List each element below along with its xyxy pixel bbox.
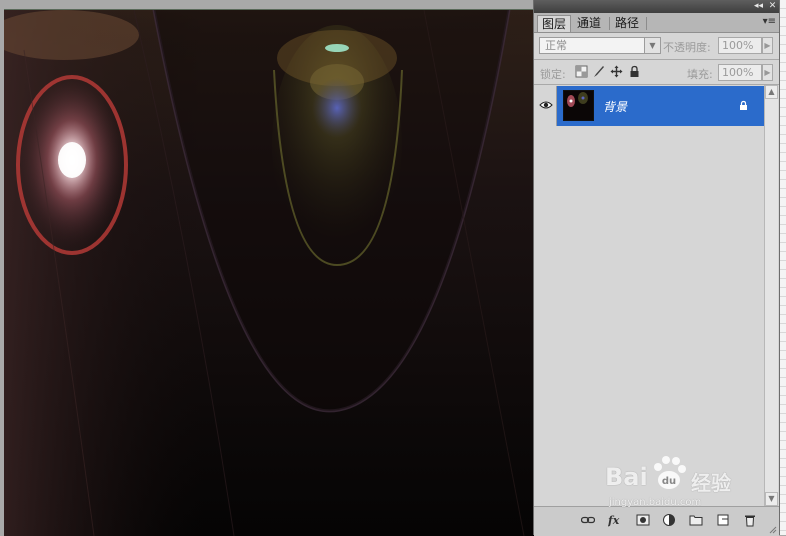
panel-menu-icon[interactable]: ▾≡ [763,16,776,27]
tab-divider [646,17,647,30]
blend-opacity-row: 正常 ▼ 不透明度: 100% ▶ [534,33,779,59]
blend-mode-select[interactable]: 正常 [539,37,656,54]
panel-tabs: 图层 通道 路径 ▾≡ [534,13,779,33]
layer-list-scrollbar[interactable]: ▲ ▼ [764,85,778,506]
visibility-toggle[interactable] [535,86,557,126]
lock-image-pixels-icon[interactable] [592,65,605,78]
eye-icon [539,101,553,109]
lock-fill-row: 锁定: 填充: 100% ▶ [534,60,779,84]
trash-icon[interactable] [743,513,757,527]
resize-grip-icon[interactable] [769,526,777,534]
lock-label: 锁定: [540,68,566,81]
canvas-image [4,10,536,536]
lock-all-icon[interactable] [628,65,641,78]
new-group-icon[interactable] [689,513,703,527]
lock-transparent-pixels-icon[interactable] [575,65,588,78]
close-icon[interactable]: ✕ [767,1,778,12]
tab-divider [609,17,610,30]
add-mask-icon[interactable] [636,513,650,527]
document-canvas[interactable] [4,9,536,536]
chevron-right-icon[interactable]: ▶ [762,37,773,54]
tab-paths[interactable]: 路径 [611,15,643,32]
lock-icon [740,100,747,110]
fill-label: 填充: [687,68,713,81]
tab-layers[interactable]: 图层 [537,15,572,32]
fill-field[interactable]: 100% [718,64,762,81]
adjustment-layer-icon[interactable] [662,513,676,527]
opacity-field[interactable]: 100% [718,37,762,54]
panel-bottom-toolbar: fx [534,506,779,536]
layer-name[interactable]: 背景 [603,98,627,115]
svg-text:fx: fx [608,514,620,527]
chevron-right-icon[interactable]: ▶ [762,64,773,81]
link-layers-icon[interactable] [581,513,595,527]
tab-channels[interactable]: 通道 [573,15,605,32]
fx-icon[interactable]: fx [608,513,622,527]
scroll-up-icon[interactable]: ▲ [765,85,778,99]
layer-row-background[interactable]: 背景 [535,86,764,126]
document-window-edge [779,0,786,535]
chevron-down-icon[interactable]: ▼ [644,37,661,54]
layer-thumbnail [563,90,594,121]
layers-panel: ◂◂ ✕ 图层 通道 路径 ▾≡ 正常 ▼ 不透明度: 100% ▶ 锁定: 填… [533,0,780,536]
layer-list: 背景 [535,85,764,506]
opacity-label: 不透明度: [663,41,711,54]
lock-position-icon[interactable] [610,65,623,78]
panel-titlebar[interactable]: ◂◂ ✕ [534,0,779,13]
double-chevron-left-icon[interactable]: ◂◂ [753,1,764,12]
scroll-down-icon[interactable]: ▼ [765,492,778,506]
new-layer-icon[interactable] [716,513,730,527]
